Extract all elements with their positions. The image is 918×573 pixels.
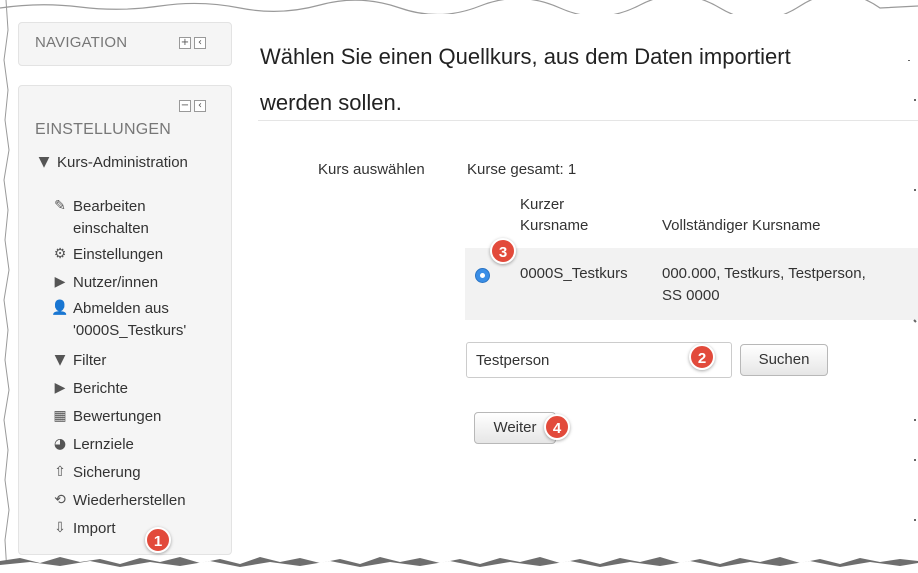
column-header-short-name: Kurzer Kursname: [520, 196, 589, 234]
sidebar-item-wiederherstellen[interactable]: ⟲ Wiederherstellen: [51, 490, 185, 512]
sidebar-item-bewertungen[interactable]: ▦ Bewertungen: [51, 406, 161, 428]
navigation-block-controls: + ‹: [179, 37, 206, 49]
step-badge-4: 4: [544, 414, 570, 440]
page-title-line1: Wählen Sie einen Quellkurs, aus dem Date…: [260, 44, 791, 69]
gear-icon: ⚙: [53, 246, 67, 262]
sidebar-item-nutzer[interactable]: ▶ Nutzer/innen: [51, 272, 158, 294]
sidebar-item-bearbeiten[interactable]: ✎ Bearbeiten einschalten: [51, 196, 231, 240]
sidebar-item-filter[interactable]: ▼ Filter: [51, 350, 107, 372]
step-badge-2: 2: [689, 344, 715, 370]
sidebar-item-abmelden[interactable]: 👤 Abmelden aus '0000S_Testkurs': [51, 298, 231, 342]
cut-off-edge-right: [908, 60, 917, 521]
divider: [258, 120, 918, 121]
course-radio-button[interactable]: [475, 268, 490, 283]
torn-edge-bottom: [0, 549, 918, 573]
restore-icon: ⟲: [54, 492, 66, 508]
sidebar-item-einstellungen[interactable]: ⚙ Einstellungen: [51, 244, 163, 266]
table-icon: ▦: [53, 408, 67, 424]
course-select-label: Kurs auswählen: [318, 161, 425, 178]
collapse-icon[interactable]: −: [179, 100, 191, 112]
user-icon: 👤: [51, 300, 69, 316]
expand-icon[interactable]: +: [179, 37, 191, 49]
sidebar-item-kurs-administration[interactable]: ▼ Kurs-Administration: [35, 152, 225, 174]
sidebar-item-berichte[interactable]: ▶ Berichte: [51, 378, 128, 400]
navigation-title: NAVIGATION: [35, 34, 128, 51]
download-icon: ⇩: [54, 520, 66, 536]
settings-block: − ‹ EINSTELLUNGEN ▼ Kurs-Administration …: [18, 85, 232, 555]
upload-icon: ⇧: [54, 464, 66, 480]
step-badge-3: 3: [490, 238, 516, 264]
torn-edge-top: [0, 0, 918, 14]
page-title: Wählen Sie einen Quellkurs, aus dem Date…: [260, 34, 918, 126]
caret-right-icon: ▶: [54, 274, 66, 290]
filter-icon: ▼: [54, 352, 66, 368]
row-full-name: 000.000, Testkurs, Testperson, SS 0000: [662, 265, 866, 304]
dock-icon[interactable]: ‹: [194, 100, 206, 112]
search-button[interactable]: Suchen: [740, 344, 828, 376]
sidebar-item-lernziele[interactable]: ◕ Lernziele: [51, 434, 134, 456]
dock-icon[interactable]: ‹: [194, 37, 206, 49]
sidebar-item-import[interactable]: ⇩ Import: [51, 518, 115, 540]
total-courses: Kurse gesamt: 1: [467, 161, 577, 178]
settings-title: EINSTELLUNGEN: [35, 121, 171, 138]
pie-icon: ◕: [53, 436, 67, 452]
row-short-name: 0000S_Testkurs: [520, 265, 628, 282]
torn-edge-left: [3, 0, 10, 573]
sidebar-item-sicherung[interactable]: ⇧ Sicherung: [51, 462, 140, 484]
caret-right-icon: ▶: [54, 380, 66, 396]
navigation-block: NAVIGATION + ‹: [18, 22, 232, 66]
column-header-full-name: Vollständiger Kursname: [662, 217, 821, 234]
pencil-icon: ✎: [54, 198, 66, 214]
settings-block-controls: − ‹: [179, 100, 206, 112]
caret-down-icon: ▼: [38, 154, 50, 170]
